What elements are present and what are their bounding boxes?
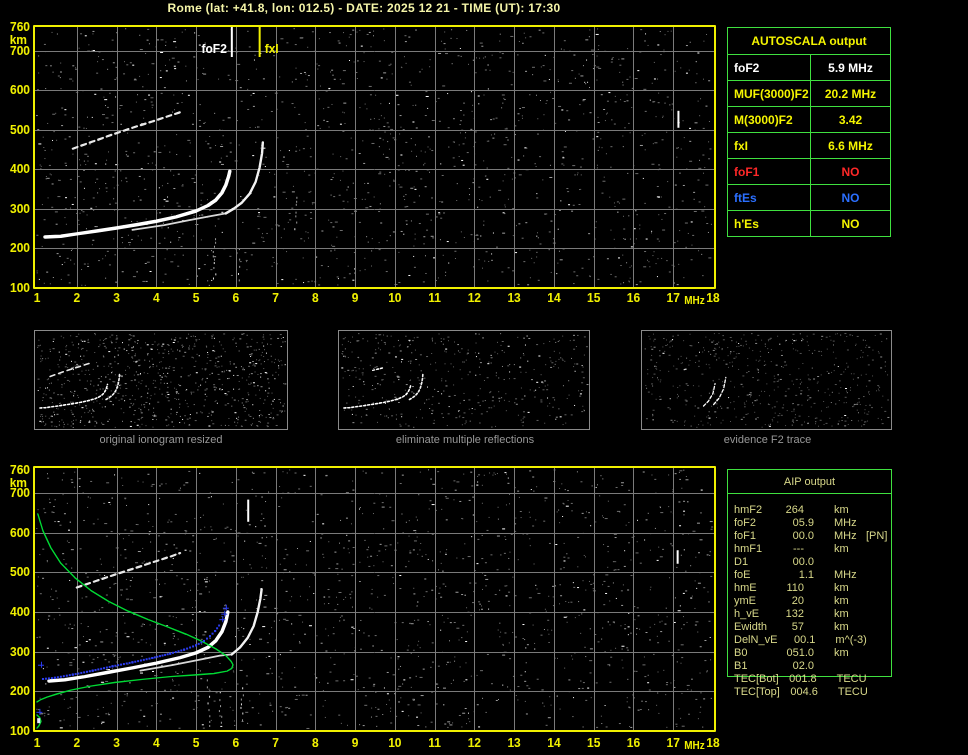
aip-row-Ewidth: Ewidth 57 km [728,621,891,634]
autoscala-output-panel: AUTOSCALA output foF2 5.9 MHz MUF(3000)F2 2… [727,27,891,237]
aip-u: m^(-3) [835,634,867,646]
aip-l: foF2 [734,517,757,529]
aip-l: Ewidth [734,621,768,633]
aip-l: TEC[Top] [734,686,780,698]
aip-u: km [834,595,849,607]
aip-row-TEC[Bot]: TEC[Bot] 001.8 TECU [728,673,891,686]
autoscala-row-h'Es: h'Es NO [728,210,890,236]
bottom-ionogram-canvas [0,450,728,755]
aip-l: h_vE [734,608,760,620]
aip-row-B0: B0 051.0 km [728,647,891,660]
aip-v: 001.8 [789,673,817,685]
aip-row-h_vE: h_vE 132 km [728,608,891,621]
autoscala-row-label: ftEs [728,185,811,210]
aip-v int: --- [793,543,804,555]
aip-u: TECU [836,673,867,685]
top-ionogram-canvas [0,0,728,320]
autoscala-row-foF2: foF2 5.9 MHz [728,55,890,80]
aip-v: 004.6 [790,686,818,698]
aip-l: B1 [734,660,748,672]
aip-u: km [834,647,849,659]
aip-v int: 132 [785,608,804,620]
autoscala-row-label: MUF(3000)F2 [728,81,811,106]
aip-v int: 57 [791,621,804,633]
aip-row-TEC[Top]: TEC[Top] 004.6 TECU [728,686,891,699]
autoscala-row-label: fxI [728,133,811,158]
aip-v int: 20 [791,595,804,607]
aip-row-hmE: hmE 110 km [728,582,891,595]
aip-v int: 110 [786,582,804,594]
autoscala-row-ftEs: ftEs NO [728,184,890,210]
aip-panel-title: AIP output [728,470,891,494]
autoscala-row-value: NO [841,190,860,205]
aip-v: 02.0 [792,660,814,672]
autoscala-row-MUF(3000)F2: MUF(3000)F2 20.2 MHz [728,80,890,106]
aip-u: km [834,582,849,594]
autoscala-row-label: h'Es [728,211,811,236]
aip-l: hmF1 [734,543,763,555]
aip-row-hmF1: hmF1 --- km [728,543,891,556]
autoscala-row-foF1: foF1 NO [728,158,890,184]
aip-row-D1: D1 00.0 [728,556,891,569]
autoscala-row-value: 20.2 MHz [824,86,877,101]
autoscala-panel-title: AUTOSCALA output [728,28,890,55]
aip-row-DelN_vE: DelN_vE 00.1 m^(-3) [728,634,891,647]
aip-l: hmF2 [734,504,763,516]
aip-l: foE [734,569,751,581]
aip-u: TECU [837,686,868,698]
autoscala-row-value: 3.42 [838,112,863,127]
thumbnail-caption-evidence: evidence F2 trace [723,434,812,446]
aip-row-B1: B1 02.0 [728,660,891,673]
aip-output-panel: AIP output hmF2 264 km foF2 05.9 MHz foF1 00.0 M… [727,469,892,698]
aip-n: [PN] [866,530,888,542]
autoscala-row-value: 6.6 MHz [828,138,873,153]
aip-v: 051.0 [786,647,814,659]
aip-u: MHz [834,569,857,581]
aip-l: foF1 [734,530,757,542]
aip-l: TEC[Bot] [734,673,779,685]
thumbnail-caption-original: original ionogram resized [99,434,223,446]
aip-v: 00.0 [792,530,814,542]
aip-l: D1 [734,556,749,568]
aip-l: hmE [734,582,757,594]
aip-v: 1.1 [798,569,814,581]
autoscala-row-value: NO [841,216,860,231]
autoscala-row-label: foF2 [728,55,811,80]
thumbnail-eliminate-reflections [338,330,590,430]
aip-l: DelN_vE [734,634,778,646]
aip-v: 00.0 [792,556,814,568]
aip-u: km [834,621,849,633]
autoscala-rows: foF2 5.9 MHz MUF(3000)F2 20.2 MHz M(3000)F2 3… [728,55,890,236]
aip-u: MHz [834,517,857,529]
thumbnail-original-ionogram [34,330,288,430]
aip-u: MHz [834,530,857,542]
aip-u: km [834,608,849,620]
aip-row-hmF2: hmF2 264 km [728,504,891,517]
autoscala-row-label: foF1 [728,159,811,184]
aip-v int: 264 [785,504,804,516]
autoscala-screen: Rome (lat: +41.8, lon: 012.5) - DATE: 20… [0,0,968,755]
autoscala-row-M(3000)F2: M(3000)F2 3.42 [728,106,890,132]
aip-row-foF1: foF1 00.0 MHz [PN] [728,530,891,543]
autoscala-row-value: NO [841,164,860,179]
aip-l: B0 [734,647,748,659]
autoscala-row-fxI: fxI 6.6 MHz [728,132,890,158]
aip-l: ymE [734,595,756,607]
aip-u [834,556,860,569]
aip-v: 05.9 [792,517,814,529]
aip-u: km [834,504,849,516]
thumbnail-caption-eliminate: eliminate multiple reflections [395,434,535,446]
aip-row-foE: foE 1.1 MHz [728,569,891,582]
aip-row-ymE: ymE 20 km [728,595,891,608]
aip-u [834,660,860,673]
aip-u: km [834,543,849,555]
aip-row-foF2: foF2 05.9 MHz [728,517,891,530]
thumbnail-evidence-f2-trace [641,330,892,430]
autoscala-row-value: 5.9 MHz [828,60,873,75]
autoscala-row-label: M(3000)F2 [728,107,811,132]
aip-v: 00.1 [793,634,816,646]
